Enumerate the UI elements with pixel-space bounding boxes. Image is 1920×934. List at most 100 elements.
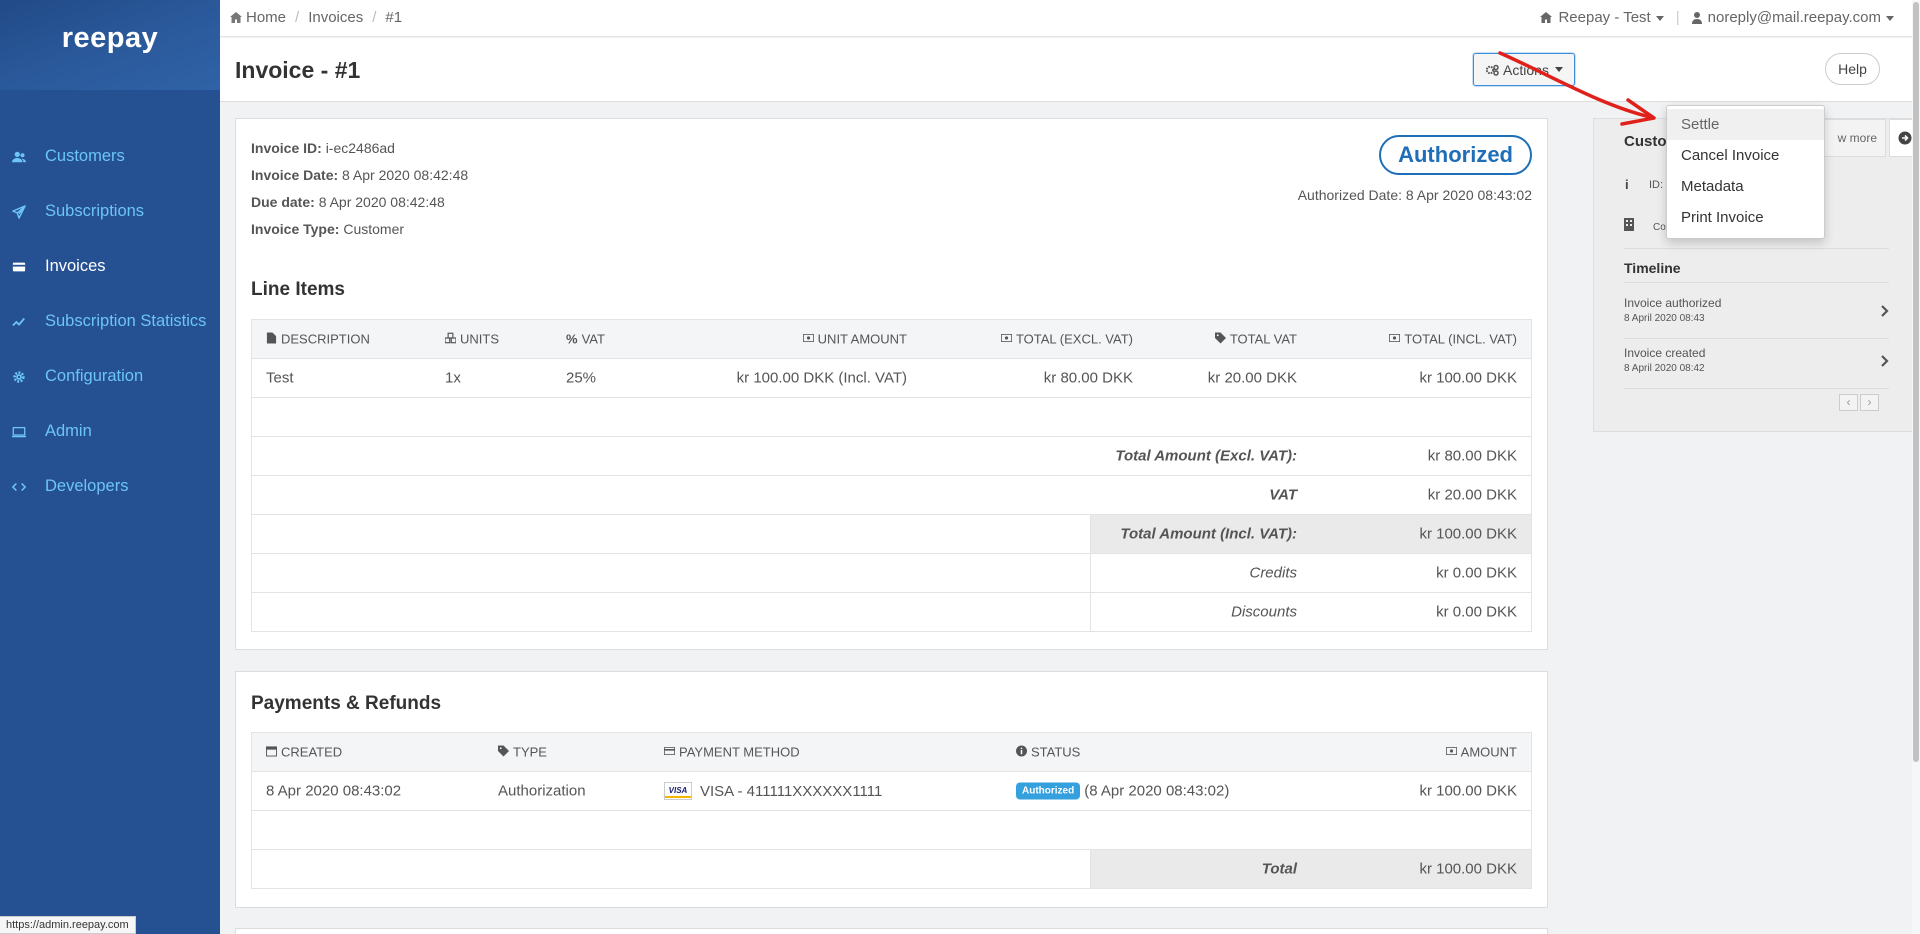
scrollbar-thumb[interactable]: [1913, 2, 1919, 762]
percent-icon: %: [566, 331, 578, 347]
monitor-icon: [12, 425, 45, 439]
totals-row: Total Amount (Incl. VAT): kr 100.00 DKK: [252, 514, 1531, 553]
menu-item-cancel-invoice[interactable]: Cancel Invoice: [1667, 140, 1824, 171]
user-icon: [1691, 11, 1702, 24]
page-title: Invoice - #1: [235, 57, 361, 83]
table-row[interactable]: 8 Apr 2020 08:43:02 Authorization VISA V…: [252, 771, 1531, 810]
status-url: https://admin.reepay.com: [0, 916, 136, 934]
table-header: CREATED TYPE PAYMENT METHOD STATUS AMOUN…: [252, 733, 1531, 771]
status-badge: Authorized: [1016, 782, 1081, 800]
sidebar-item-label: Admin: [45, 422, 92, 440]
chevron-down-icon: [1655, 15, 1664, 21]
menu-item-print-invoice[interactable]: Print Invoice: [1667, 202, 1824, 233]
sidebar-item-developers[interactable]: Developers: [0, 459, 220, 514]
credits-label: Credits: [1249, 564, 1297, 582]
sidebar-item-label: Configuration: [45, 367, 144, 385]
credits-value: kr 0.00 DKK: [1436, 564, 1517, 582]
totals-row: Credits kr 0.00 DKK: [252, 553, 1531, 592]
invoice-id-row: Invoice ID: i-ec2486ad: [251, 140, 395, 156]
account-switcher[interactable]: Reepay - Test: [1558, 9, 1664, 26]
invoice-details: Invoice ID: i-ec2486ad Invoice Date: 8 A…: [251, 135, 468, 243]
divider: [1624, 282, 1889, 283]
line-units: 1x: [445, 369, 461, 387]
breadcrumb-invoices[interactable]: Invoices: [308, 9, 363, 26]
timeline-item[interactable]: Invoice authorized 8 April 2020 08:43: [1624, 296, 1889, 332]
due-date-row: Due date: 8 Apr 2020 08:42:48: [251, 194, 445, 210]
column-header: UNITS: [444, 332, 499, 347]
discounts-value: kr 0.00 DKK: [1436, 603, 1517, 621]
empty-row: [252, 397, 1531, 436]
payment-type: Authorization: [498, 782, 586, 800]
chevron-right-icon: [1881, 354, 1889, 372]
totals-row: Total kr 100.00 DKK: [252, 849, 1531, 888]
sidebar-item-customers[interactable]: Customers: [0, 129, 220, 184]
payments-table: CREATED TYPE PAYMENT METHOD STATUS AMOUN…: [251, 732, 1532, 889]
file-icon: [266, 332, 277, 347]
credit-card-icon: [12, 260, 45, 274]
sidebar-item-subscriptions[interactable]: Subscriptions: [0, 184, 220, 239]
payment-created: 8 Apr 2020 08:43:02: [266, 782, 402, 800]
sidebar-item-invoices[interactable]: Invoices: [0, 239, 220, 294]
status-badge: Authorized: [1379, 135, 1532, 175]
customer-id-label: ID:: [1649, 179, 1664, 191]
invoice-date: 8 Apr 2020 08:42:48: [342, 167, 469, 183]
help-button[interactable]: Help: [1825, 53, 1880, 85]
empty-row: [252, 810, 1531, 849]
timeline-item[interactable]: Invoice created 8 April 2020 08:42: [1624, 346, 1889, 382]
payment-method: VISA VISA - 411111XXXXXX1111: [664, 782, 882, 800]
money-icon: [1445, 745, 1457, 760]
user-menu[interactable]: noreply@mail.reepay.com: [1708, 9, 1894, 26]
column-header: AMOUNT: [1445, 745, 1517, 760]
actions-dropdown-menu: Settle Cancel Invoice Metadata Print Inv…: [1666, 105, 1825, 239]
column-header: TOTAL (INCL. VAT): [1389, 332, 1517, 347]
top-bar: Home / Invoices / #1 Reepay - Test | nor…: [220, 0, 1920, 37]
invoice-id: i-ec2486ad: [325, 140, 395, 156]
column-header: TOTAL (EXCL. VAT): [1000, 332, 1133, 347]
sidebar-item-subscription-statistics[interactable]: Subscription Statistics: [0, 294, 220, 349]
invoice-type-row: Invoice Type: Customer: [251, 221, 405, 237]
payments-title: Payments & Refunds: [251, 693, 442, 714]
divider: [1624, 248, 1889, 249]
totals-row: VAT kr 20.00 DKK: [252, 475, 1531, 514]
breadcrumb-home[interactable]: Home: [246, 9, 286, 26]
breadcrumb: Home / Invoices / #1: [230, 9, 402, 26]
arrow-circle-right-icon: [1898, 131, 1912, 145]
line-items-title: Line Items: [251, 279, 345, 300]
paper-plane-icon: [12, 204, 45, 219]
breadcrumb-current: #1: [385, 9, 403, 26]
invoice-type: Customer: [343, 221, 405, 237]
calendar-icon: [266, 745, 277, 760]
payments-total-value: kr 100.00 DKK: [1419, 860, 1517, 878]
next-panel: [235, 928, 1548, 934]
sidebar-item-label: Subscription Statistics: [45, 312, 207, 330]
annotation-arrow: [1498, 51, 1656, 126]
sidebar-item-label: Subscriptions: [45, 202, 145, 220]
sidebar-item-admin[interactable]: Admin: [0, 404, 220, 459]
total-excl-label: Total Amount (Excl. VAT):: [1115, 447, 1297, 465]
line-total-excl: kr 80.00 DKK: [1043, 369, 1133, 387]
total-excl-value: kr 80.00 DKK: [1427, 447, 1517, 465]
totals-row: Total Amount (Excl. VAT): kr 80.00 DKK: [252, 436, 1531, 475]
column-header: CREATED: [266, 745, 342, 760]
chevron-down-icon: [1886, 15, 1894, 21]
column-header: UNIT AMOUNT: [802, 332, 907, 347]
column-header: % VAT: [566, 331, 605, 347]
cubes-icon: [444, 332, 457, 347]
account-area: Reepay - Test | noreply@mail.reepay.com: [1540, 9, 1894, 26]
home-icon: [230, 12, 242, 23]
column-header: PAYMENT METHOD: [664, 745, 800, 760]
due-date: 8 Apr 2020 08:42:48: [318, 194, 445, 210]
sidebar-item-configuration[interactable]: Configuration: [0, 349, 220, 404]
chevron-right-icon: [1881, 304, 1889, 322]
payment-amount: kr 100.00 DKK: [1419, 782, 1517, 800]
customer-panel-title: Custo: [1624, 133, 1667, 150]
reepay-logo[interactable]: reepay: [0, 22, 220, 55]
timeline-prev-button[interactable]: ‹: [1839, 394, 1858, 411]
gear-icon: [12, 370, 45, 384]
money-icon: [1389, 332, 1401, 347]
authorized-date: Authorized Date: 8 Apr 2020 08:43:02: [1297, 187, 1532, 203]
timeline-next-button[interactable]: ›: [1860, 394, 1879, 411]
column-header: TOTAL VAT: [1214, 332, 1297, 347]
menu-item-settle[interactable]: Settle: [1667, 109, 1824, 140]
menu-item-metadata[interactable]: Metadata: [1667, 171, 1824, 202]
